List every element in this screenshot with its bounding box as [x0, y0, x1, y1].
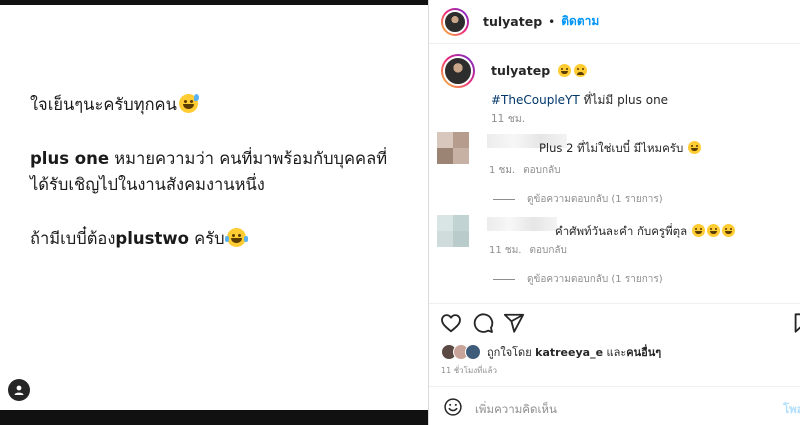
reply-button[interactable]: ตอบกลับ [523, 165, 560, 176]
post-line-1: ใจเย็นๆนะครับทุกคน [30, 92, 425, 118]
posted-time: 11 ชั่วโมงที่แล้ว [441, 366, 497, 375]
post-side-panel: tulyatep • ติดตาม tulyatep #TheCoupleYT … [429, 0, 800, 425]
follow-button[interactable]: ติดตาม [561, 12, 599, 31]
avatar[interactable] [441, 7, 469, 36]
view-replies-button[interactable]: ดูข้อความตอบกลับ (1 รายการ) [493, 272, 663, 287]
header-username[interactable]: tulyatep [483, 14, 542, 29]
bookmark-icon[interactable] [791, 312, 800, 334]
emoji-tears-joy-icon [722, 224, 736, 237]
post-image: ใจเย็นๆนะครับทุกคน plus one หมายความว่า … [0, 0, 428, 425]
liker-username[interactable]: katreeya_e [535, 346, 603, 359]
emoji-grin-icon [688, 141, 702, 154]
comment-avatar[interactable] [437, 132, 469, 164]
add-comment-bar: เพิ่มความคิดเห็น โพส [429, 386, 800, 425]
image-top-band [0, 0, 428, 5]
share-icon[interactable] [503, 312, 525, 334]
post-line-2: plus one หมายความว่า คนที่มาพร้อมกับบุคค… [30, 149, 388, 194]
caption-username-row: tulyatep [491, 63, 588, 78]
caption-text: #TheCoupleYT ที่ไม่มี plus one [491, 93, 669, 107]
emoji-sweat-smile-icon [178, 94, 199, 113]
user-tag-icon[interactable] [8, 379, 30, 401]
comment-item: คำศัพท์วันละคำ กับครูพี่ตุล 11 ชม. ตอบกลั… [437, 215, 797, 285]
comment-time: 11 ชม. [489, 245, 522, 256]
smiley-icon[interactable] [443, 397, 463, 421]
post-line-4: ถ้ามีเบบี๋ต้องplustwo ครับ [30, 226, 425, 252]
comment-time: 1 ชม. [489, 165, 516, 176]
emoji-tears-joy-icon [707, 224, 721, 237]
heart-icon[interactable] [440, 312, 462, 334]
post-header: tulyatep • ติดตาม [429, 0, 800, 44]
emoji-sad-icon [574, 64, 588, 77]
comment-input[interactable]: เพิ่มความคิดเห็น [475, 401, 557, 419]
image-bottom-band [0, 410, 428, 425]
comment-meta: 1 ชม. ตอบกลับ [489, 163, 569, 178]
likes-summary: ถูกใจโดย katreeya_e และคนอื่นๆ [441, 342, 661, 362]
emoji-tears-joy-icon [692, 224, 706, 237]
reply-button[interactable]: ตอบกลับ [529, 245, 566, 256]
post-comment-button[interactable]: โพส [783, 401, 800, 419]
post-image-text: ใจเย็นๆนะครับทุกคน plus one หมายความว่า … [30, 92, 425, 280]
comment-text: คำศัพท์วันละคำ กับครูพี่ตุล [555, 223, 736, 241]
hashtag-link[interactable]: #TheCoupleYT [491, 93, 580, 107]
instagram-post-view: ใจเย็นๆนะครับทุกคน plus one หมายความว่า … [0, 0, 800, 425]
comment-avatar[interactable] [437, 215, 469, 247]
comment-item: Plus 2 ที่ไม่ใช่เบบี๋ มีไหมครับ 1 ชม. ตอบ… [437, 132, 797, 205]
caption-avatar[interactable] [441, 54, 475, 88]
likes-text[interactable]: ถูกใจโดย katreeya_e และคนอื่นๆ [487, 343, 661, 361]
comment-username-blurred[interactable] [487, 217, 557, 231]
comment-icon[interactable] [472, 312, 494, 334]
separator-dot: • [548, 14, 556, 29]
view-replies-button[interactable]: ดูข้อความตอบกลับ (1 รายการ) [493, 192, 663, 207]
comment-text: Plus 2 ที่ไม่ใช่เบบี๋ มีไหมครับ [539, 140, 702, 158]
action-bar [429, 303, 800, 339]
emoji-tears-joy-icon [224, 228, 248, 247]
emoji-sweat-smile-icon [558, 64, 572, 77]
liker-avatar[interactable] [465, 344, 481, 360]
likes-others-link[interactable]: คนอื่นๆ [626, 346, 661, 359]
caption-username[interactable]: tulyatep [491, 63, 550, 78]
caption-time: 11 ชม. [491, 113, 526, 125]
comment-meta: 11 ชม. ตอบกลับ [489, 243, 575, 258]
